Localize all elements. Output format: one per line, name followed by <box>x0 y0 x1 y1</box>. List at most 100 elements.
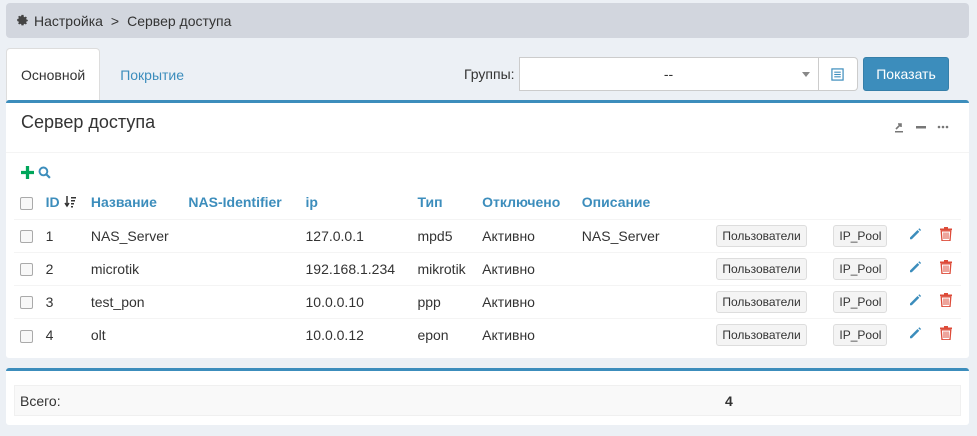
cell-status: Активно <box>476 251 576 285</box>
users-button[interactable]: Пользователи <box>716 290 807 313</box>
cell-edit <box>899 218 931 252</box>
users-button[interactable]: Пользователи <box>716 224 807 247</box>
chevron-down-icon <box>801 72 810 77</box>
cell-ip: 127.0.0.1 <box>299 218 412 252</box>
breadcrumb-separator: > <box>110 12 120 29</box>
column-header-name[interactable]: Название <box>85 186 183 219</box>
access-server-table: ID Название NAS-Identifier ip Тип Отключ… <box>14 186 961 351</box>
row-select-cell <box>14 251 40 285</box>
select-all-header <box>14 186 40 219</box>
groups-select[interactable]: -- <box>518 57 819 91</box>
tab-main[interactable]: Основной <box>6 48 101 101</box>
export-icon[interactable] <box>893 121 905 133</box>
show-button[interactable]: Показать <box>863 57 949 91</box>
trash-icon[interactable] <box>939 326 952 341</box>
cell-pool: IP_Pool <box>827 284 900 318</box>
users-button[interactable]: Пользователи <box>716 323 807 346</box>
groups-list-button[interactable] <box>818 57 858 91</box>
cell-name: olt <box>84 317 183 351</box>
row-checkbox[interactable] <box>20 263 33 277</box>
row-checkbox[interactable] <box>20 230 33 244</box>
cell-nas-identifier <box>182 317 300 351</box>
column-header-users <box>710 186 827 219</box>
ip-pool-button[interactable]: IP_Pool <box>833 257 888 280</box>
column-header-nas-identifier[interactable]: NAS-Identifier <box>182 186 299 219</box>
ip-pool-button[interactable]: IP_Pool <box>833 323 888 346</box>
edit-icon[interactable] <box>908 227 922 241</box>
cell-edit <box>899 317 931 351</box>
table-actions <box>21 166 51 182</box>
cell-users: Пользователи <box>710 317 828 351</box>
cell-id: 1 <box>39 218 85 252</box>
table-row[interactable]: 4 olt 10.0.0.12 epon Активно Пользовател… <box>14 317 961 351</box>
cell-type: epon <box>411 317 477 351</box>
table-header-row: ID Название NAS-Identifier ip Тип Отключ… <box>14 186 961 219</box>
cell-delete <box>930 218 961 252</box>
groups-selected-value: -- <box>663 66 674 82</box>
cell-edit <box>899 284 931 318</box>
row-select-cell <box>14 317 40 351</box>
sort-desc-icon <box>63 196 76 208</box>
tab-bar: Основной Покрытие <box>6 48 198 101</box>
cell-description <box>575 284 711 318</box>
table-row[interactable]: 1 NAS_Server 127.0.0.1 mpd5 Активно NAS_… <box>14 218 961 252</box>
cell-type: ppp <box>411 284 477 318</box>
summary-row: Всего: 4 <box>14 385 961 416</box>
cell-name: test_pon <box>84 284 183 318</box>
cell-id: 3 <box>39 284 85 318</box>
cell-users: Пользователи <box>710 251 828 285</box>
access-server-panel: Сервер доступа ID Название NAS-Identifie… <box>6 100 969 358</box>
cell-pool: IP_Pool <box>827 317 900 351</box>
users-button[interactable]: Пользователи <box>716 257 807 280</box>
search-icon[interactable] <box>38 166 51 182</box>
cell-users: Пользователи <box>710 218 828 252</box>
cell-id: 2 <box>39 251 85 285</box>
panel-tools <box>893 121 949 133</box>
column-header-ip[interactable]: ip <box>300 186 412 219</box>
column-header-pool <box>827 186 899 219</box>
edit-icon[interactable] <box>908 293 922 307</box>
cell-delete <box>930 284 961 318</box>
cell-id: 4 <box>39 317 85 351</box>
table-row[interactable]: 3 test_pon 10.0.0.10 ppp Активно Пользов… <box>14 284 961 318</box>
column-header-description[interactable]: Описание <box>576 186 711 219</box>
add-icon[interactable] <box>21 166 34 182</box>
select-all-checkbox[interactable] <box>20 197 33 211</box>
column-header-delete <box>930 186 961 219</box>
column-id-label: ID <box>45 194 60 211</box>
cell-name: NAS_Server <box>84 218 183 252</box>
column-header-disabled[interactable]: Отключено <box>476 186 576 219</box>
row-checkbox[interactable] <box>20 329 33 343</box>
breadcrumb-root-link[interactable]: Настройка <box>34 13 103 29</box>
more-icon[interactable] <box>937 121 949 133</box>
breadcrumb: Настройка > Сервер доступа <box>6 3 969 38</box>
cell-description <box>575 251 711 285</box>
ip-pool-button[interactable]: IP_Pool <box>833 224 888 247</box>
tab-coverage[interactable]: Покрытие <box>100 48 198 101</box>
cell-nas-identifier <box>182 284 300 318</box>
cell-pool: IP_Pool <box>827 251 900 285</box>
ip-pool-button[interactable]: IP_Pool <box>833 290 888 313</box>
row-checkbox[interactable] <box>20 296 33 310</box>
cell-pool: IP_Pool <box>827 218 900 252</box>
column-header-type[interactable]: Тип <box>411 186 476 219</box>
gear-icon <box>16 14 30 28</box>
trash-icon[interactable] <box>939 260 952 275</box>
table-row[interactable]: 2 microtik 192.168.1.234 mikrotik Активн… <box>14 251 961 285</box>
trash-icon[interactable] <box>939 227 952 242</box>
list-icon <box>831 67 844 81</box>
collapse-icon[interactable] <box>915 121 927 133</box>
cell-edit <box>899 251 931 285</box>
cell-nas-identifier <box>182 251 300 285</box>
cell-type: mpd5 <box>411 218 477 252</box>
panel-title: Сервер доступа <box>21 112 156 132</box>
trash-icon[interactable] <box>939 293 952 308</box>
column-header-id[interactable]: ID <box>40 186 85 219</box>
total-value: 4 <box>725 392 733 409</box>
row-select-cell <box>14 284 40 318</box>
edit-icon[interactable] <box>908 326 922 340</box>
edit-icon[interactable] <box>908 260 922 274</box>
cell-description <box>575 317 711 351</box>
column-header-edit <box>899 186 930 219</box>
cell-delete <box>930 317 961 351</box>
